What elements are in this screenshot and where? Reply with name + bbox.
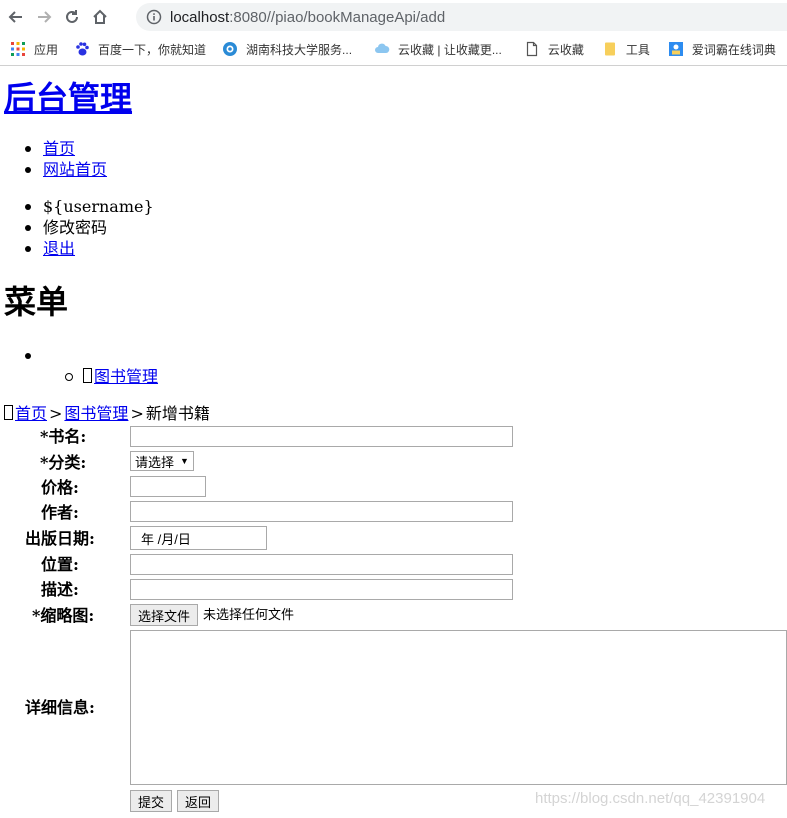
breadcrumb-current: 新增书籍 — [145, 404, 210, 423]
browser-toolbar: localhost:8080//piao/bookManageApi/add — [0, 0, 787, 34]
bookmark-label: 百度一下，你就知道 — [98, 42, 207, 57]
watermark-text: https://blog.csdn.net/qq_42391904 — [535, 790, 766, 807]
apps-grid-icon — [11, 42, 25, 56]
bookmark-label: 云收藏 | 让收藏更... — [398, 42, 502, 57]
bookmarks-bar: 应用 百度一下，你就知道 湖南科技大学服务... 云收藏 | 让收藏更... 云… — [0, 35, 787, 63]
label-thumbnail: *缩略图: — [32, 606, 95, 625]
menu-item-label: 图书管理 — [94, 367, 159, 386]
user-item-logout: 退出 — [25, 238, 154, 259]
menu-item-book-management: 图书管理 — [64, 366, 158, 387]
page-content: 后台管理 首页 网站首页 ${username} 修改密码 退出 菜单 图书管理… — [0, 66, 787, 818]
nav-item-site-home: 网站首页 — [24, 159, 107, 180]
username-text: ${username} — [25, 197, 154, 216]
label-location: 位置: — [41, 555, 79, 574]
label-description: 描述: — [41, 580, 79, 599]
breadcrumb-home[interactable]: 首页 — [15, 404, 47, 423]
author-input[interactable] — [130, 501, 513, 522]
cloud-icon — [375, 43, 390, 53]
site-title-link[interactable]: 后台管理 — [4, 79, 132, 117]
pub-date-input[interactable]: 年 /月/日 — [130, 526, 267, 550]
submit-button[interactable]: 提交 — [130, 790, 173, 812]
home-icon[interactable] — [88, 5, 112, 29]
forward-arrow-icon[interactable] — [32, 5, 56, 29]
back-button[interactable]: 返回 — [177, 790, 220, 812]
price-input[interactable] — [130, 476, 206, 497]
description-input[interactable] — [130, 579, 513, 600]
label-book-name: *书名: — [40, 427, 87, 446]
nav-link-site-home[interactable]: 网站首页 — [43, 160, 107, 179]
address-bar[interactable]: localhost:8080//piao/bookManageApi/add — [136, 3, 787, 31]
missing-glyph-icon — [4, 405, 13, 420]
label-pub-date: 出版日期: — [25, 529, 95, 548]
top-nav: 首页 网站首页 — [24, 138, 107, 180]
bookmark-label: 应用 — [34, 42, 59, 57]
bookmark-tools[interactable]: 工具 — [602, 41, 650, 58]
breadcrumb: 首页 > 图书管理 > 新增书籍 — [4, 403, 210, 424]
menu-title: 菜单 — [4, 283, 69, 321]
bookmark-label: 爱词霸在线词典 — [691, 42, 776, 57]
logout-link[interactable]: 退出 — [43, 239, 75, 258]
label-category: *分类: — [40, 453, 87, 472]
book-name-input[interactable] — [130, 426, 513, 447]
change-password-text: 修改密码 — [25, 217, 154, 238]
reload-icon[interactable] — [60, 5, 84, 29]
folder-icon — [604, 42, 615, 56]
location-input[interactable] — [130, 554, 513, 575]
details-textarea[interactable] — [130, 630, 787, 785]
book-management-link[interactable]: 图书管理 — [83, 367, 158, 386]
nav-link-home[interactable]: 首页 — [43, 139, 75, 158]
bookmark-doc[interactable]: 云收藏 — [524, 41, 584, 58]
breadcrumb-sep: > — [130, 404, 144, 423]
category-selected: 请选择 — [135, 454, 175, 470]
info-icon[interactable] — [146, 9, 162, 25]
nav-item-home: 首页 — [24, 138, 107, 159]
breadcrumb-section[interactable]: 图书管理 — [64, 404, 128, 423]
label-details: 详细信息: — [25, 698, 95, 717]
bookmark-cloud[interactable]: 云收藏 | 让收藏更... — [374, 41, 502, 58]
date-placeholder: 年 /月/日 — [141, 531, 191, 547]
choose-file-button[interactable]: 选择文件 — [130, 604, 199, 626]
user-menu: ${username} 修改密码 退出 — [25, 196, 154, 259]
bookmark-label: 工具 — [625, 42, 650, 57]
label-price: 价格: — [41, 478, 79, 497]
breadcrumb-sep: > — [49, 404, 63, 423]
bookmark-apps[interactable]: 应用 — [10, 41, 58, 58]
dropdown-arrow-icon: ▼ — [180, 456, 189, 466]
category-select[interactable]: 请选择 ▼ — [130, 451, 194, 471]
file-status-text: 未选择任何文件 — [203, 607, 295, 622]
url-text: localhost:8080//piao/bookManageApi/add — [170, 8, 446, 26]
baidu-paw-icon — [76, 42, 89, 56]
university-icon — [223, 42, 238, 56]
document-icon — [526, 41, 537, 57]
bookmark-dictionary[interactable]: 爱词霸在线词典 — [668, 41, 776, 58]
bookmark-university[interactable]: 湖南科技大学服务... — [222, 41, 352, 58]
dictionary-icon — [668, 42, 683, 56]
bookmark-baidu[interactable]: 百度一下，你就知道 — [74, 41, 206, 58]
bookmark-label: 湖南科技大学服务... — [246, 42, 353, 57]
menu-bullet — [25, 353, 31, 359]
label-author: 作者: — [41, 503, 79, 522]
missing-glyph-icon — [83, 368, 92, 383]
site-title: 后台管理 — [4, 76, 132, 120]
back-arrow-icon[interactable] — [4, 5, 28, 29]
bookmark-label: 云收藏 — [547, 42, 584, 57]
